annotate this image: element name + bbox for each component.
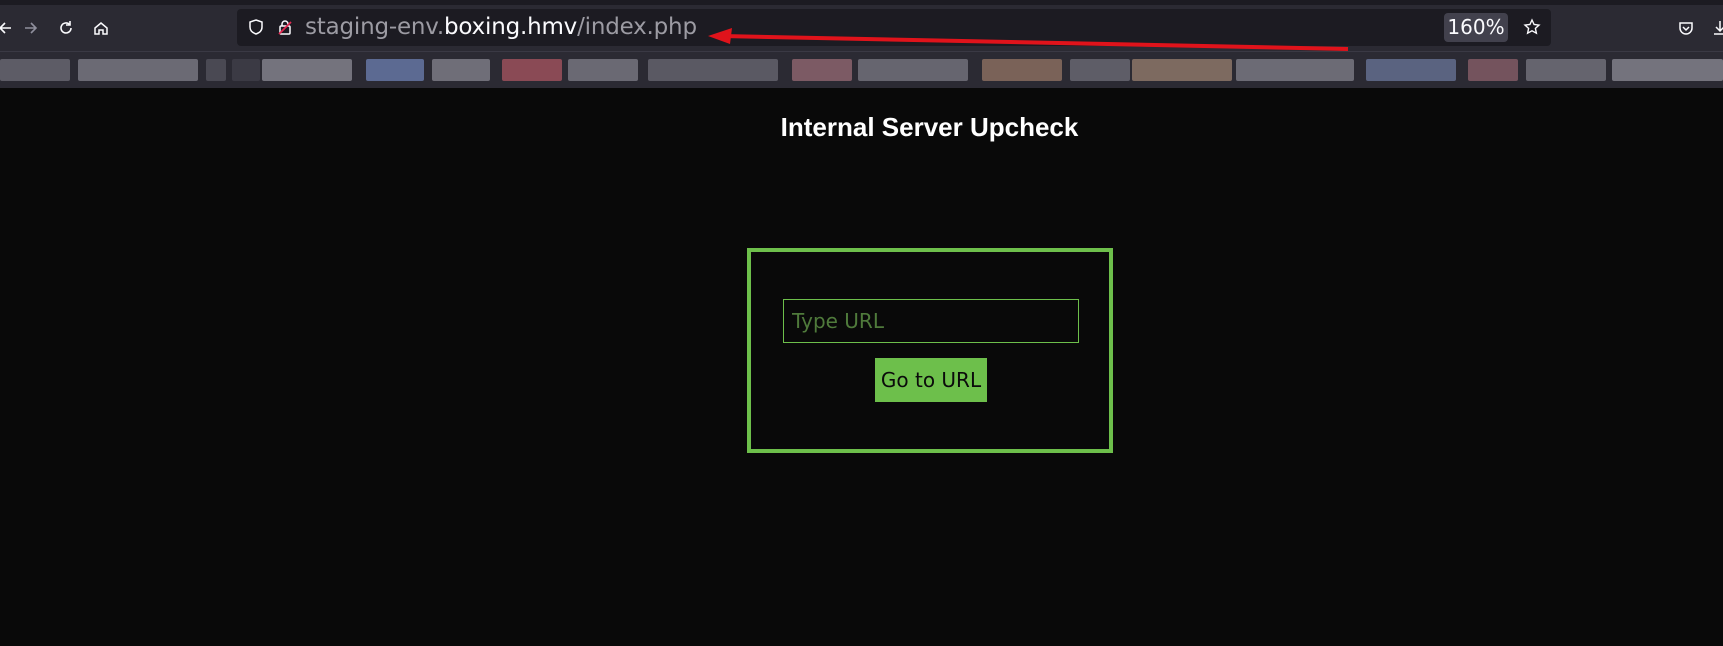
upcheck-form: Go to URL: [747, 248, 1113, 453]
page-title: Internal Server Upcheck: [780, 112, 1079, 142]
url-input[interactable]: [783, 299, 1079, 343]
annotation-arrow-head: [708, 28, 732, 44]
go-to-url-button[interactable]: Go to URL: [875, 358, 987, 402]
annotation-arrow: [708, 28, 1349, 51]
annotation-arrow-shaft: [721, 34, 1349, 51]
